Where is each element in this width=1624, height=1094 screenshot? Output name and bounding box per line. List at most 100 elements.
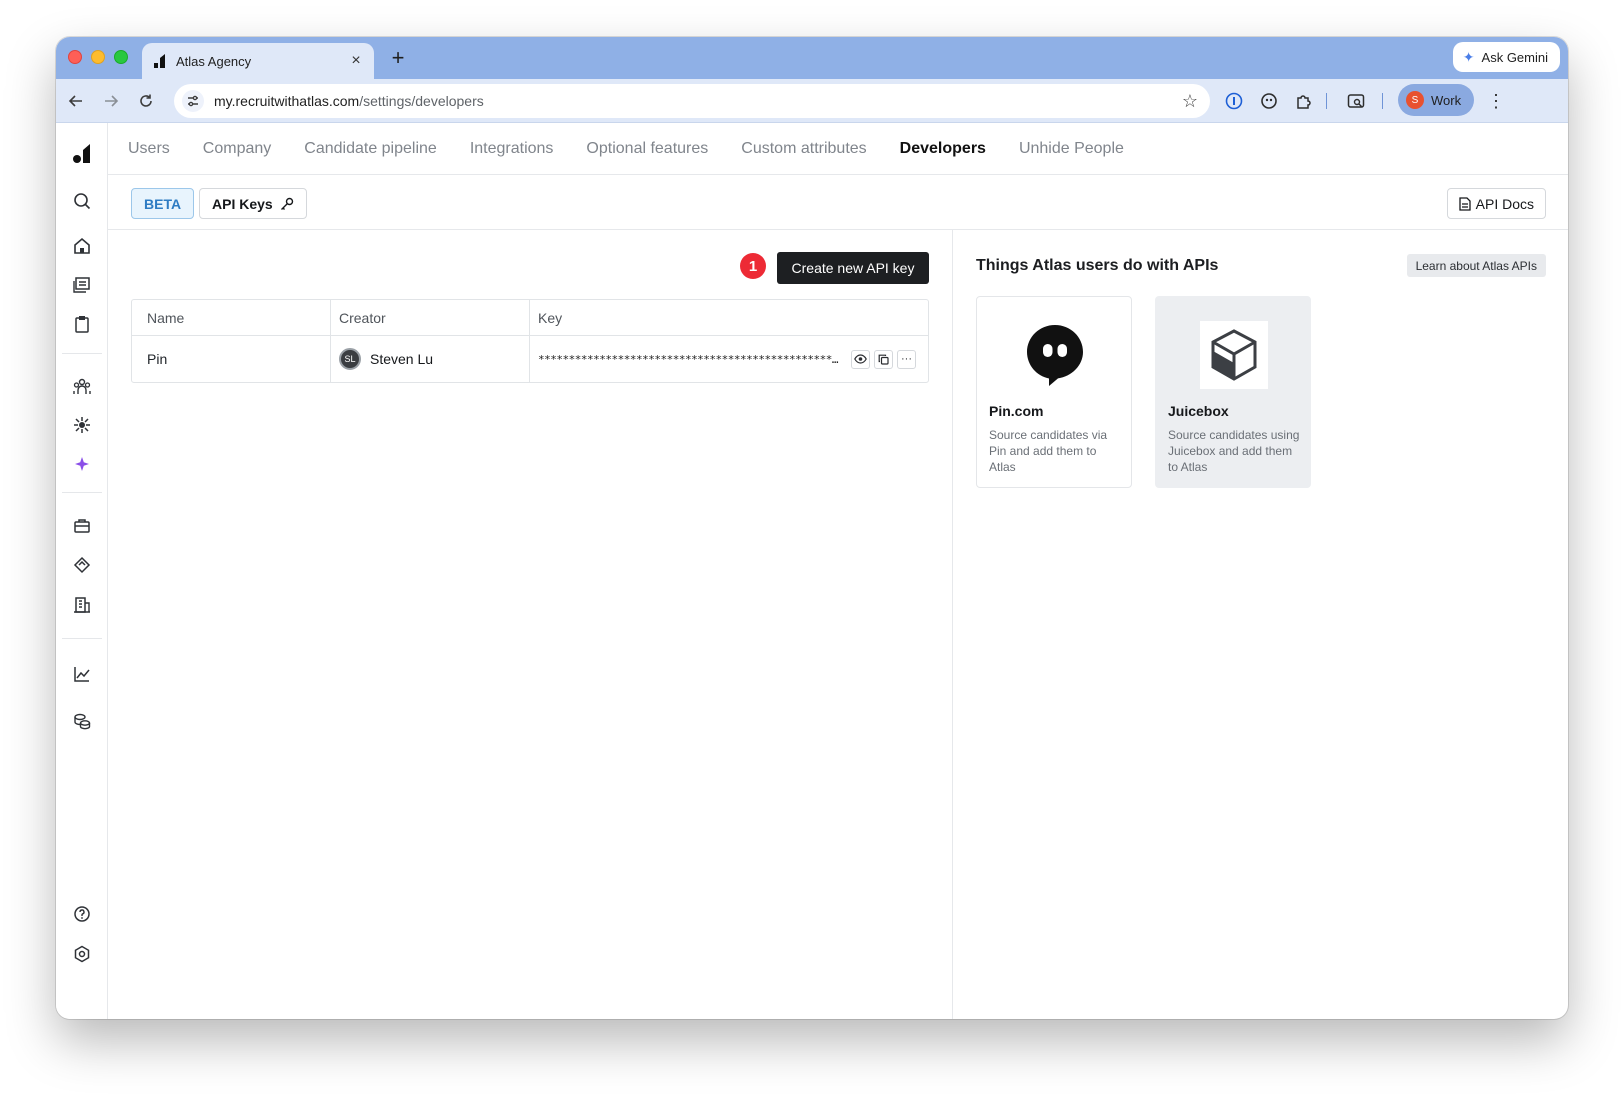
tab-strip: Atlas Agency × + ✦ Ask Gemini	[56, 37, 1568, 79]
password-manager-icon[interactable]	[1224, 91, 1244, 111]
tab-optional-features[interactable]: Optional features	[586, 140, 708, 158]
clipboard-icon[interactable]	[72, 314, 92, 334]
create-api-key-button[interactable]: Create new API key	[777, 252, 929, 284]
app-root: Users Company Candidate pipeline Integra…	[56, 123, 1568, 1019]
reveal-key-button[interactable]	[851, 349, 870, 369]
help-icon[interactable]	[72, 904, 92, 924]
api-integrations-panel: Things Atlas users do with APIs Learn ab…	[954, 230, 1568, 1019]
integration-description: Source candidates using Juicebox and add…	[1168, 428, 1300, 474]
toolbar-separator	[1326, 93, 1327, 109]
eye-icon	[854, 354, 867, 364]
juicebox-logo-icon	[1190, 311, 1278, 399]
sourcing-icon[interactable]	[72, 415, 92, 435]
table-header-row: Name Creator Key	[132, 300, 928, 336]
analytics-chart-icon[interactable]	[72, 664, 92, 684]
integration-name: Juicebox	[1168, 403, 1229, 419]
bookmark-star-icon[interactable]: ☆	[1182, 91, 1198, 112]
api-keys-tab[interactable]: API Keys	[199, 188, 307, 219]
reload-button[interactable]	[134, 89, 158, 113]
tab-title: Atlas Agency	[176, 53, 252, 69]
key-creator-cell: SL Steven Lu	[331, 336, 530, 382]
jobs-briefcase-icon[interactable]	[72, 516, 92, 536]
step-badge: 1	[740, 253, 766, 279]
settings-nav: Users Company Candidate pipeline Integra…	[108, 123, 1568, 175]
ask-gemini-label: Ask Gemini	[1481, 49, 1548, 65]
sidebar	[56, 123, 108, 1019]
minimize-window-button[interactable]	[91, 50, 105, 64]
developers-subbar: BETA API Keys API Docs	[108, 175, 1568, 230]
forward-button[interactable]	[99, 89, 123, 113]
beta-badge: BETA	[131, 188, 195, 219]
column-header-key: Key	[538, 309, 563, 326]
browser-menu-icon[interactable]: ⋮	[1487, 91, 1505, 111]
avatar: SL	[339, 348, 361, 370]
ai-sparkle-icon[interactable]	[72, 454, 92, 474]
forward-arrow-icon	[105, 95, 119, 107]
reload-icon	[140, 94, 152, 107]
address-bar[interactable]: my.recruitwithatlas.com/settings/develop…	[174, 84, 1210, 118]
settings-gear-icon[interactable]	[72, 944, 92, 964]
close-window-button[interactable]	[68, 50, 82, 64]
site-settings-icon[interactable]	[182, 90, 204, 112]
profile-button[interactable]: S Work	[1398, 84, 1474, 116]
key-actions: ···	[851, 349, 916, 369]
url-text: my.recruitwithatlas.com/settings/develop…	[214, 93, 484, 109]
tab-unhide-people[interactable]: Unhide People	[1019, 140, 1124, 158]
home-icon[interactable]	[72, 236, 92, 256]
api-keys-table: Name Creator Key Pin SL Steven Lu ******…	[131, 299, 929, 383]
api-keys-panel: 1 Create new API key Name Creator Key Pi…	[108, 230, 953, 1019]
atlas-logo-icon[interactable]	[72, 143, 92, 163]
pin-logo-icon	[1011, 311, 1099, 399]
profile-avatar: S	[1406, 91, 1424, 109]
messages-icon[interactable]	[72, 275, 92, 295]
api-docs-button[interactable]: API Docs	[1446, 188, 1546, 219]
column-header-name: Name	[132, 300, 331, 335]
column-header-creator: Creator	[331, 300, 530, 335]
new-tab-button[interactable]: +	[386, 45, 410, 71]
back-arrow-icon	[68, 95, 82, 107]
companies-building-icon[interactable]	[72, 594, 92, 614]
sidebar-divider	[62, 638, 102, 639]
candidates-icon[interactable]	[72, 376, 92, 396]
api-keys-label: API Keys	[212, 195, 273, 212]
learn-about-apis-button[interactable]: Learn about Atlas APIs	[1406, 254, 1546, 277]
copy-icon	[878, 354, 889, 365]
tab-integrations[interactable]: Integrations	[470, 140, 554, 158]
table-row: Pin SL Steven Lu ***********************…	[132, 336, 928, 382]
masked-key: ****************************************…	[538, 352, 841, 366]
document-icon	[1458, 196, 1471, 211]
search-icon[interactable]	[72, 191, 92, 211]
integration-card-pin[interactable]: Pin.com Source candidates via Pin and ad…	[976, 296, 1132, 488]
tab-developers[interactable]: Developers	[900, 140, 986, 158]
copy-key-button[interactable]	[874, 349, 893, 369]
billing-coins-icon[interactable]	[72, 711, 92, 731]
tab-search-icon[interactable]	[1346, 91, 1366, 111]
extensions-puzzle-icon[interactable]	[1294, 91, 1314, 111]
tab-close-icon[interactable]: ×	[348, 52, 364, 70]
integrations-title: Things Atlas users do with APIs	[976, 257, 1219, 274]
deals-handshake-icon[interactable]	[72, 555, 92, 575]
api-docs-label: API Docs	[1475, 195, 1534, 212]
ai-extension-icon[interactable]	[1259, 91, 1279, 111]
ask-gemini-button[interactable]: ✦ Ask Gemini	[1452, 42, 1560, 72]
key-icon	[280, 197, 293, 210]
tab-users[interactable]: Users	[128, 140, 170, 158]
tab-company[interactable]: Company	[203, 140, 271, 158]
key-name-cell: Pin	[132, 336, 331, 382]
creator-name: Steven Lu	[370, 351, 434, 367]
maximize-window-button[interactable]	[114, 50, 128, 64]
browser-toolbar: my.recruitwithatlas.com/settings/develop…	[56, 79, 1568, 123]
tab-candidate-pipeline[interactable]: Candidate pipeline	[304, 140, 437, 158]
browser-tab[interactable]: Atlas Agency ×	[142, 43, 374, 79]
integration-description: Source candidates via Pin and add them t…	[989, 428, 1108, 474]
toolbar-separator	[1382, 93, 1383, 109]
key-value-cell: ****************************************…	[530, 336, 928, 382]
integration-card-juicebox[interactable]: Juicebox Source candidates using Juicebo…	[1155, 296, 1311, 488]
tab-custom-attributes[interactable]: Custom attributes	[741, 140, 866, 158]
gemini-sparkle-icon: ✦	[1462, 48, 1475, 65]
browser-window: Atlas Agency × + ✦ Ask Gemini my.recruit…	[56, 37, 1568, 1019]
more-options-button[interactable]: ···	[897, 349, 916, 369]
atlas-favicon-icon	[154, 54, 165, 68]
back-button[interactable]	[64, 89, 88, 113]
profile-label: Work	[1431, 92, 1462, 108]
